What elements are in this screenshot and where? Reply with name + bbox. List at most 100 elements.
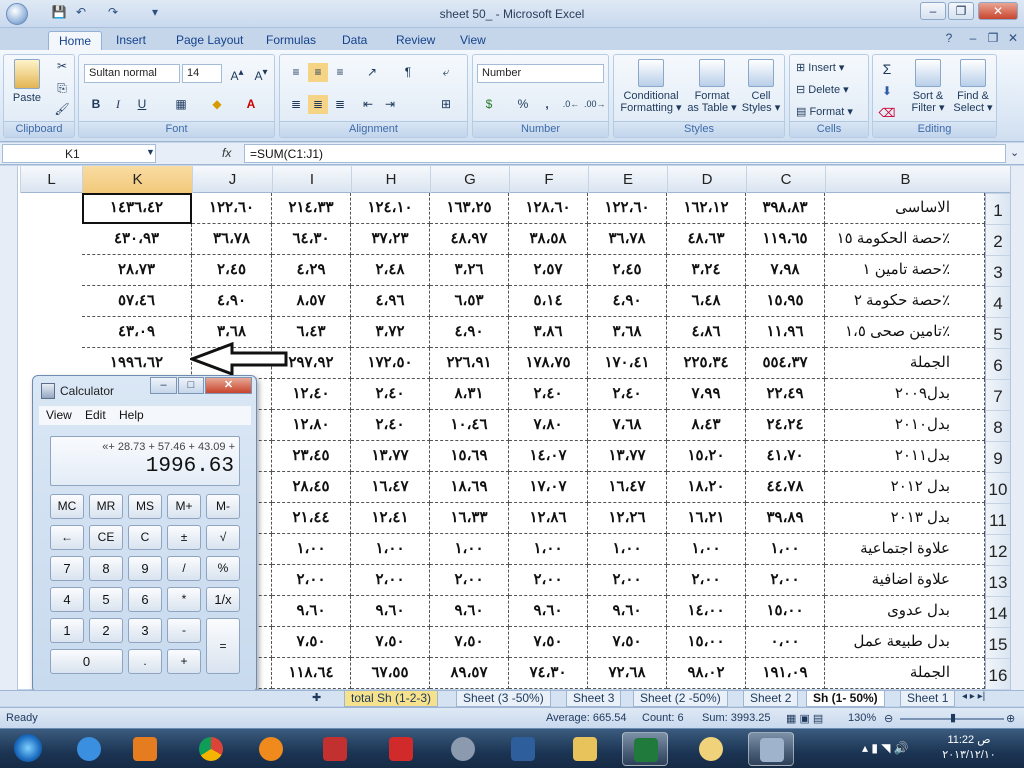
cut-icon[interactable]: ✂ (52, 57, 72, 76)
data-cell[interactable]: ٣٨،٥٨ (509, 224, 588, 255)
delete-cells-button[interactable]: ⊟ Delete ▾ (796, 84, 849, 96)
data-cell[interactable]: ٧،٥٠ (588, 627, 667, 658)
data-cell[interactable]: ٢،٤٨ (351, 255, 430, 286)
sheet-tab[interactable]: Sheet 1 (900, 691, 956, 707)
fx-icon[interactable]: fx (222, 146, 231, 160)
font-color-icon[interactable]: A (241, 95, 261, 114)
data-cell[interactable]: ١٦٣،٢٥ (430, 193, 509, 224)
data-cell[interactable]: ١٦،٢١ (667, 503, 746, 534)
row-header[interactable]: 1 (985, 193, 1010, 224)
row-header[interactable]: 2 (985, 224, 1010, 255)
copy-icon[interactable]: ⎘ (52, 79, 72, 98)
data-cell[interactable]: ١٢٤،١٠ (351, 193, 430, 224)
tab-data[interactable]: Data (332, 31, 377, 50)
row-label-cell[interactable]: بدل طبيعة عمل (825, 627, 985, 658)
fill-icon[interactable]: ⬇ (877, 82, 897, 101)
row-header[interactable]: 13 (985, 565, 1010, 596)
data-cell[interactable]: ٨،٤٣ (667, 410, 746, 441)
row-header[interactable]: 12 (985, 534, 1010, 565)
column-header-l[interactable]: L (20, 166, 82, 193)
data-cell[interactable]: ٢،٠٠ (509, 565, 588, 596)
bold-button[interactable]: B (86, 95, 106, 114)
comma-icon[interactable]: , (537, 95, 557, 114)
sheet-tab[interactable]: total Sh (1-2-3) (344, 691, 439, 707)
row-label-cell[interactable]: حصة الحكومة ١٥٪ (825, 224, 985, 255)
shrink-font-icon[interactable]: A▾ (251, 64, 271, 83)
taskbar-calculator[interactable] (748, 732, 794, 766)
row-header[interactable]: 16 (985, 658, 1010, 689)
calc-minimize-button[interactable]: – (150, 377, 177, 394)
increase-indent-icon[interactable]: ⇥ (380, 95, 400, 114)
data-cell[interactable]: ٤٣٠،٩٣ (82, 224, 192, 255)
data-cell[interactable]: ١٦،٤٧ (351, 472, 430, 503)
name-box[interactable]: K1 (2, 144, 156, 163)
calc-maximize-button[interactable]: □ (178, 377, 204, 394)
calc-key-m-[interactable]: M- (206, 494, 240, 519)
calc-key-decimal[interactable]: . (128, 649, 162, 674)
data-cell[interactable]: ١١،٩٦ (746, 317, 825, 348)
row-header[interactable]: 3 (985, 255, 1010, 286)
row-label-cell[interactable]: بدل٢٠١١ (825, 441, 985, 472)
data-cell[interactable]: ٤،٩٠ (588, 286, 667, 317)
data-cell[interactable]: ٣،٧٢ (351, 317, 430, 348)
column-header-e[interactable]: E (588, 166, 667, 193)
row-label-cell[interactable]: تامين صحى ١،٥٪ (825, 317, 985, 348)
data-cell[interactable]: ٨٩،٥٧ (430, 658, 509, 689)
number-format-combo[interactable]: Number (477, 64, 604, 83)
calc-key-ms[interactable]: MS (128, 494, 162, 519)
row-header[interactable]: 9 (985, 441, 1010, 472)
data-cell[interactable]: ١٢٢،٦٠ (588, 193, 667, 224)
data-cell[interactable]: ٨،٣١ (430, 379, 509, 410)
calc-key-3[interactable]: 3 (128, 618, 162, 643)
data-cell[interactable]: ٤١،٧٠ (746, 441, 825, 472)
data-cell[interactable]: ١٧٨،٧٥ (509, 348, 588, 379)
data-cell[interactable]: ٢،٤٠ (588, 379, 667, 410)
data-cell[interactable]: ٣٦،٧٨ (588, 224, 667, 255)
borders-icon[interactable]: ▦ (171, 95, 191, 114)
data-cell[interactable]: ١٤،٠٠ (667, 596, 746, 627)
data-cell[interactable]: ١٨،٢٠ (667, 472, 746, 503)
wrap-text-icon[interactable]: ⤶ (436, 63, 456, 82)
data-cell[interactable]: ١،٠٠ (667, 534, 746, 565)
row-label-cell[interactable]: علاوة اضافية (825, 565, 985, 596)
data-cell[interactable]: ٧،٩٩ (667, 379, 746, 410)
calc-key-0[interactable]: 0 (50, 649, 123, 674)
data-cell[interactable]: ١٢،٤١ (351, 503, 430, 534)
data-cell[interactable]: ٧،٩٨ (746, 255, 825, 286)
calc-key-plus[interactable]: + (167, 649, 201, 674)
data-cell[interactable]: ٦،٥٣ (430, 286, 509, 317)
format-painter-icon[interactable]: 🖌 (52, 100, 72, 119)
row-label-cell[interactable]: علاوة اجتماعية (825, 534, 985, 565)
calc-key-negate[interactable]: ± (167, 525, 201, 550)
calc-menu-edit[interactable]: Edit (85, 408, 106, 422)
data-cell[interactable]: ١٥،٠٠ (667, 627, 746, 658)
data-cell[interactable]: ١٢،٨٠ (272, 410, 351, 441)
data-cell[interactable]: ١٨،٦٩ (430, 472, 509, 503)
data-cell[interactable]: ٦،٤٨ (667, 286, 746, 317)
taskbar-paint[interactable] (688, 732, 734, 766)
data-cell[interactable]: ٣،٨٦ (509, 317, 588, 348)
calc-key-9[interactable]: 9 (128, 556, 162, 581)
data-cell[interactable]: ٢،٠٠ (351, 565, 430, 596)
data-cell[interactable]: ١٤،٠٧ (509, 441, 588, 472)
taskbar-explorer[interactable] (562, 732, 608, 766)
data-cell[interactable]: ١١٩،٦٥ (746, 224, 825, 255)
data-cell[interactable]: ٢،٠٠ (746, 565, 825, 596)
decrease-indent-icon[interactable]: ⇤ (358, 95, 378, 114)
rtl-icon[interactable]: ¶ (398, 63, 418, 82)
data-cell[interactable]: ٢١،٤٤ (272, 503, 351, 534)
help-icon[interactable]: ? (940, 31, 958, 49)
font-name-combo[interactable]: Sultan normal (84, 64, 180, 83)
row-label-cell[interactable]: حصة تامين ١٪ (825, 255, 985, 286)
row-header[interactable]: 14 (985, 596, 1010, 627)
calc-key-equals[interactable]: = (206, 618, 240, 674)
calc-key-m+[interactable]: M+ (167, 494, 201, 519)
data-cell[interactable]: ٢٢٥،٣٤ (667, 348, 746, 379)
data-cell[interactable]: ٩،٦٠ (272, 596, 351, 627)
row-label-cell[interactable]: الاساسى (825, 193, 985, 224)
row-header[interactable]: 6 (985, 348, 1010, 379)
calc-key-7[interactable]: 7 (50, 556, 84, 581)
data-cell[interactable]: ٤،٩٦ (351, 286, 430, 317)
taskbar-excel[interactable] (622, 732, 668, 766)
data-cell[interactable]: ٩،٦٠ (351, 596, 430, 627)
